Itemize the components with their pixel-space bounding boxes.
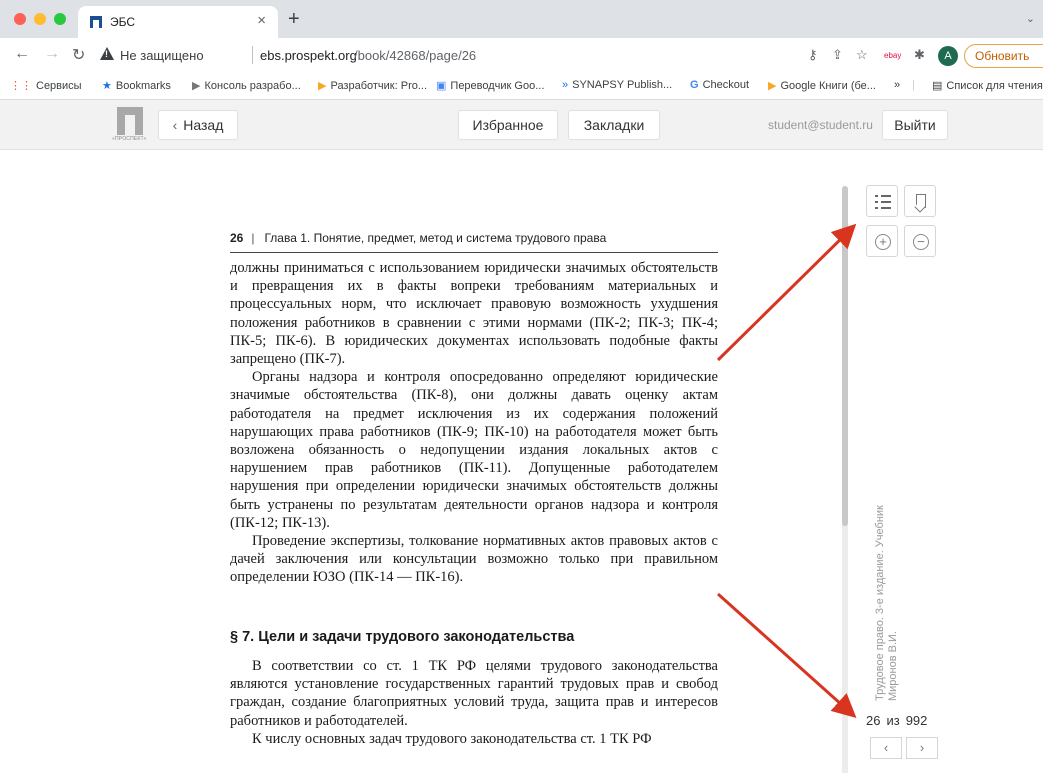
share-icon[interactable]: ⇪ <box>832 47 843 63</box>
bookmarks-overflow-button[interactable]: » <box>894 79 900 91</box>
site-favicon-icon <box>90 16 102 28</box>
url-path: /book/42868/page/26 <box>354 48 477 63</box>
paragraph: Органы надзора и контроля опосредованно … <box>230 369 718 531</box>
zoom-in-button[interactable]: + <box>866 225 898 257</box>
star-icon[interactable]: ☆ <box>856 47 868 63</box>
next-page-button[interactable]: › <box>906 737 938 759</box>
logo-text: «ПРОСПЕКТ» <box>112 136 147 142</box>
paragraph: должны приниматься с использованием юрид… <box>230 260 718 368</box>
bookmarks-button[interactable]: Закладки <box>568 110 660 140</box>
tab-search-chevron-icon[interactable]: ⌄ <box>1026 12 1035 25</box>
browser-tab-bar: ЭБС × + ⌄ <box>0 0 1043 38</box>
bookmark-icon <box>916 194 926 208</box>
scrollbar-thumb[interactable] <box>842 186 848 526</box>
tab-close-button[interactable]: × <box>257 12 266 29</box>
table-of-contents-button[interactable] <box>866 185 898 217</box>
synapsy-icon: » <box>562 79 569 91</box>
reader-page: 26 | Глава 1. Понятие, предмет, метод и си… <box>0 151 1043 773</box>
profile-avatar[interactable]: A <box>938 46 958 66</box>
bookmarks-divider: | <box>912 79 915 91</box>
back-label: Назад <box>183 117 224 133</box>
bookmark-item[interactable]: ▣ Переводчик Goo... <box>436 79 544 92</box>
url-host: ebs.prospekt.org <box>260 48 357 63</box>
zoom-out-icon: − <box>913 234 929 250</box>
url-divider <box>252 46 253 64</box>
add-bookmark-button[interactable] <box>904 185 936 217</box>
page-body-continued: В соответствии со ст. 1 ТК РФ целями тру… <box>230 657 718 748</box>
chapter-title: Глава 1. Понятие, предмет, метод и систе… <box>264 231 607 245</box>
insecure-label[interactable]: Не защищено <box>120 48 204 63</box>
current-page: 26 <box>866 713 881 728</box>
paragraph: К числу основных задач трудового законод… <box>252 730 652 747</box>
key-icon[interactable]: ⚷ <box>808 47 818 63</box>
play-icon: ▶ <box>318 80 327 92</box>
back-arrow-icon[interactable]: ← <box>14 45 30 63</box>
zoom-in-icon: + <box>875 234 891 250</box>
bookmark-item[interactable]: ★ Bookmarks <box>102 79 171 92</box>
browser-toolbar: ← → ↻ Не защищено ebs.prospekt.org /book… <box>0 38 1043 74</box>
running-head: 26 | Глава 1. Понятие, предмет, метод и си… <box>230 231 718 253</box>
bookmarks-bar: ⋮⋮ Сервисы ★ Bookmarks ▶ Консоль разрабо...… <box>0 74 1043 100</box>
running-head-divider: | <box>251 231 255 245</box>
update-browser-button[interactable]: Обновить <box>964 44 1043 68</box>
book-author: Миронов В.И. <box>887 631 899 701</box>
favorites-button[interactable]: Избранное <box>458 110 558 140</box>
address-bar[interactable]: Не защищено ebs.prospekt.org /book/42868… <box>98 43 898 69</box>
reload-icon[interactable]: ↻ <box>72 45 85 65</box>
minimize-window-button[interactable] <box>34 13 46 25</box>
bookmark-item[interactable]: ▶ Разработчик: Pro... <box>318 79 427 92</box>
reading-list-button[interactable]: ▤ Список для чтения <box>932 79 1043 92</box>
browser-tab[interactable]: ЭБС × <box>78 6 278 38</box>
user-email: student@student.ru <box>768 118 873 132</box>
bookmark-item[interactable]: G Checkout <box>690 79 749 91</box>
logo-mark <box>117 107 143 135</box>
page-counter: 26 из 992 <box>866 713 927 728</box>
tab-title: ЭБС <box>110 15 136 29</box>
bookmark-item[interactable]: ⋮⋮ Сервисы <box>10 79 82 92</box>
paragraph: В соответствии со ст. 1 ТК РФ целями тру… <box>230 658 718 729</box>
play-icon: ▶ <box>768 80 777 92</box>
logout-button[interactable]: Выйти <box>882 110 948 140</box>
section-title: § 7. Цели и задачи трудового законодател… <box>230 629 575 645</box>
new-tab-button[interactable]: + <box>288 8 300 31</box>
zoom-window-button[interactable] <box>54 13 66 25</box>
google-icon: G <box>690 79 699 91</box>
extensions-puzzle-icon[interactable]: ✱ <box>914 47 925 63</box>
of-label: из <box>886 713 900 728</box>
translate-icon: ▣ <box>436 80 447 92</box>
warning-icon <box>100 47 114 60</box>
bookmark-item[interactable]: » SYNAPSY Publish... <box>562 79 672 91</box>
prospekt-logo[interactable]: «ПРОСПЕКТ» <box>112 107 148 143</box>
book-title: Трудовое право. 3-е издание. Учебник <box>874 505 886 701</box>
page-scrollbar[interactable] <box>842 186 848 773</box>
star-icon: ★ <box>102 80 112 92</box>
book-meta-vertical: Трудовое право. 3-е издание. Учебник Мир… <box>874 505 900 701</box>
reading-list-icon: ▤ <box>932 80 943 92</box>
folder-icon: ▶ <box>192 80 201 92</box>
previous-page-button[interactable]: ‹ <box>870 737 902 759</box>
back-button[interactable]: ‹ Назад <box>158 110 238 140</box>
bookmark-item[interactable]: ▶ Консоль разрабо... <box>192 79 301 92</box>
bookmark-item[interactable]: ▶ Google Книги (бе... <box>768 79 876 92</box>
forward-arrow-icon[interactable]: → <box>44 45 60 63</box>
chevron-left-icon: ‹ <box>172 117 178 133</box>
zoom-out-button[interactable]: − <box>904 225 936 257</box>
paragraph: Проведение экспертизы, толкование нормат… <box>230 533 718 586</box>
site-header: «ПРОСПЕКТ» ‹ Назад Избранное Закладки stu… <box>0 100 1043 150</box>
close-window-button[interactable] <box>14 13 26 25</box>
apps-grid-icon: ⋮⋮ <box>10 80 32 92</box>
page-number: 26 <box>230 231 244 245</box>
ebay-extension-icon[interactable]: ebay <box>884 51 901 60</box>
page-body: должны приниматься с использованием юрид… <box>230 259 718 587</box>
total-pages: 992 <box>905 713 928 728</box>
